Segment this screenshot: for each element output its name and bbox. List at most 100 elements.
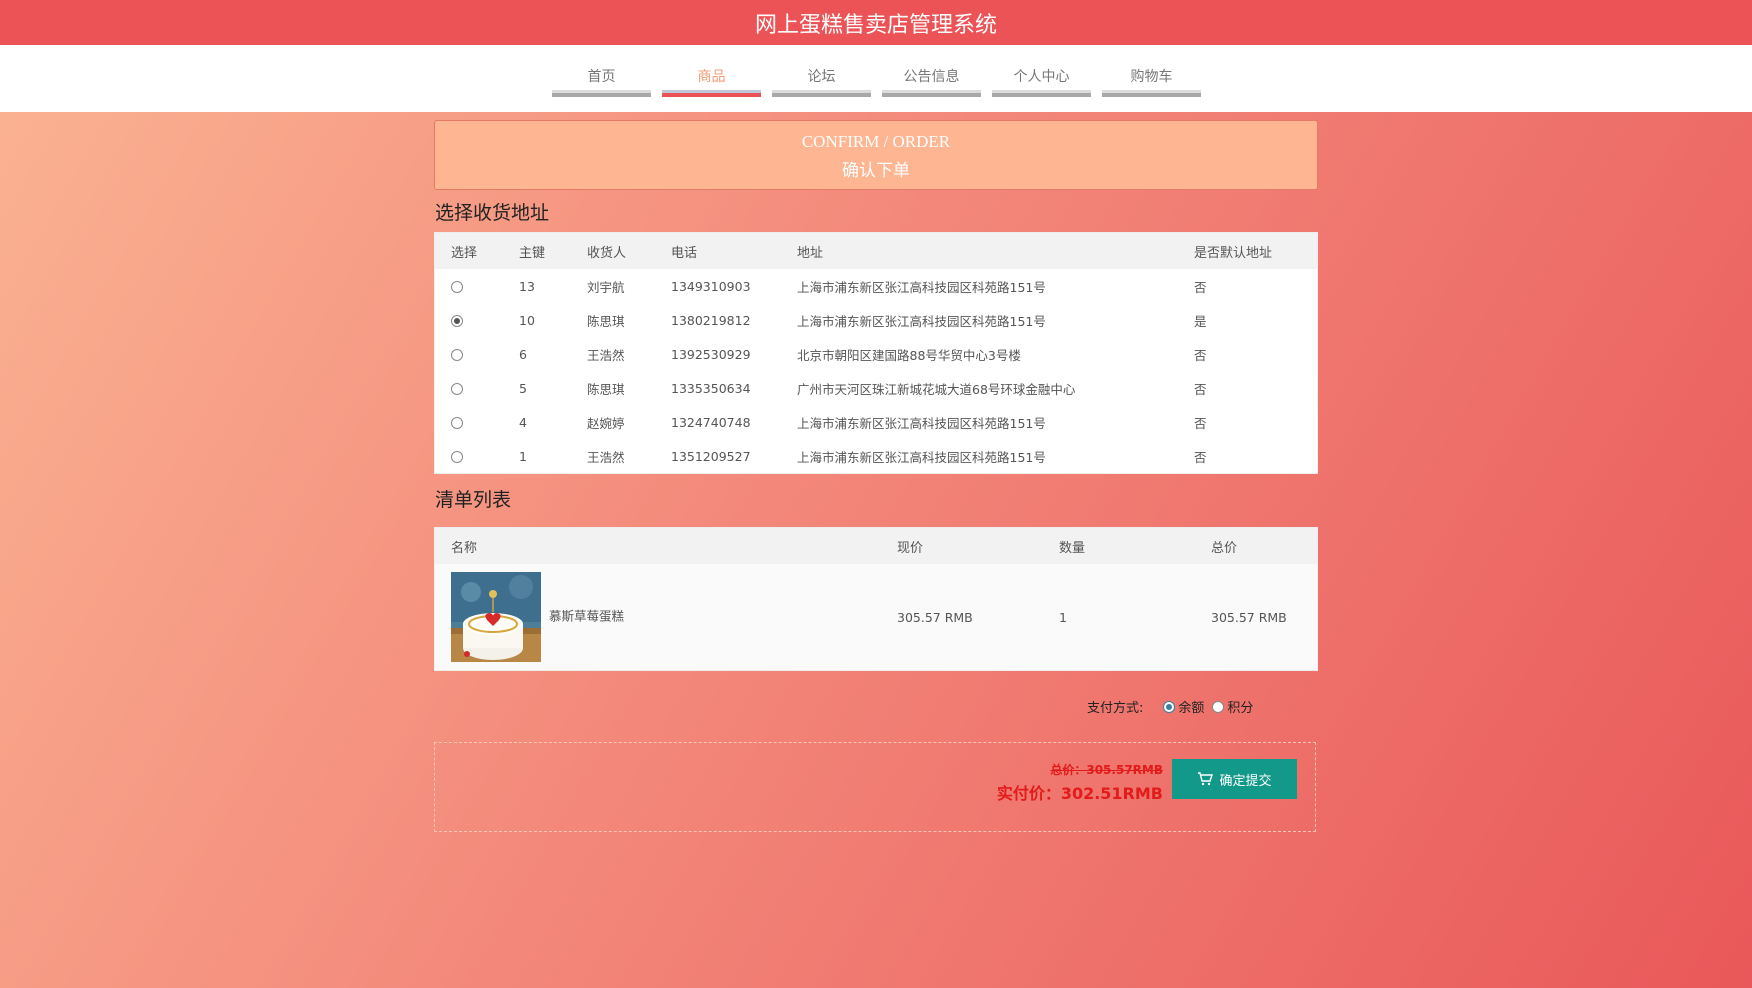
nav-item-forum[interactable]: 论坛 xyxy=(772,65,871,97)
payment-method: 支付方式: 余额 积分 xyxy=(1087,697,1253,716)
default-flag: 否 xyxy=(1194,279,1207,295)
nav-label: 个人中心 xyxy=(1013,69,1070,85)
address-table-card: 选择 主键 收货人 电话 地址 是否默认地址 13 刘宇航 1349310903 上海… xyxy=(434,232,1318,474)
nav-item-notices[interactable]: 公告信息 xyxy=(882,65,981,97)
address-radio[interactable] xyxy=(451,349,463,361)
item-total: 305.57 RMB xyxy=(1195,564,1317,670)
item-name-cell: 慕斯草莓蛋糕 xyxy=(435,564,881,670)
table-row[interactable]: 13 刘宇航 1349310903 上海市浦东新区张江高科技园区科苑路151号 否 xyxy=(435,269,1317,303)
item-name[interactable]: 慕斯草莓蛋糕 xyxy=(549,609,624,624)
nav-label: 首页 xyxy=(587,69,616,85)
address-radio[interactable] xyxy=(451,451,463,463)
default-flag: 是 xyxy=(1194,313,1207,329)
banner-title-en: CONFIRM / ORDER xyxy=(801,132,951,151)
receiver-name: 王浩然 xyxy=(587,449,625,465)
receiver-name: 陈思琪 xyxy=(587,313,625,329)
select-cell[interactable] xyxy=(435,337,503,371)
table-row[interactable]: 10 陈思琪 1380219812 上海市浦东新区张江高科技园区科苑路151号 是 xyxy=(435,303,1317,337)
payment-label: 支付方式: xyxy=(1087,701,1144,716)
select-cell[interactable] xyxy=(435,303,503,337)
submit-order-button[interactable]: 确定提交 xyxy=(1172,759,1297,799)
radio-balance[interactable] xyxy=(1163,700,1176,713)
item-price: 305.57 RMB xyxy=(881,564,1043,670)
cart-icon xyxy=(1198,772,1214,786)
select-cell[interactable] xyxy=(435,269,503,303)
receiver-phone: 1349310903 xyxy=(671,278,751,294)
address-id: 4 xyxy=(519,414,527,430)
address-radio[interactable] xyxy=(451,315,463,327)
receiver-phone: 1351209527 xyxy=(671,448,751,464)
address-id: 10 xyxy=(519,312,535,328)
table-row: 慕斯草莓蛋糕 305.57 RMB 1 305.57 RMB xyxy=(435,564,1317,670)
col-qty: 数量 xyxy=(1043,528,1195,564)
items-section-title: 清单列表 xyxy=(435,489,512,511)
receiver-phone: 1335350634 xyxy=(671,380,751,396)
payment-option-points[interactable]: 积分 xyxy=(1212,697,1253,716)
nav-item-products[interactable]: 商品 xyxy=(662,65,761,97)
nav-item-profile[interactable]: 个人中心 xyxy=(992,65,1091,97)
submit-label: 确定提交 xyxy=(1219,773,1272,789)
radio-points[interactable] xyxy=(1212,700,1225,713)
receiver-address: 广州市天河区珠江新城花城大道68号环球金融中心 xyxy=(797,381,1076,397)
default-flag: 否 xyxy=(1194,347,1207,363)
nav-underline xyxy=(1102,90,1201,97)
table-row[interactable]: 5 陈思琪 1335350634 广州市天河区珠江新城花城大道68号环球金融中心 否 xyxy=(435,371,1317,405)
order-summary: 总价：305.57RMB 实付价：302.51RMB 确定提交 xyxy=(434,742,1316,832)
table-row[interactable]: 4 赵婉婷 1324740748 上海市浦东新区张江高科技园区科苑路151号 否 xyxy=(435,405,1317,439)
col-receiver: 收货人 xyxy=(571,233,655,269)
payment-option-label: 余额 xyxy=(1178,701,1205,716)
address-id: 6 xyxy=(519,346,527,362)
address-radio[interactable] xyxy=(451,281,463,293)
col-id: 主键 xyxy=(503,233,571,269)
nav-item-cart[interactable]: 购物车 xyxy=(1102,65,1201,97)
banner-title-cn: 确认下单 xyxy=(842,161,910,181)
receiver-name: 刘宇航 xyxy=(587,279,625,295)
nav-item-home[interactable]: 首页 xyxy=(552,65,651,97)
col-phone: 电话 xyxy=(655,233,781,269)
receiver-address: 上海市浦东新区张江高科技园区科苑路151号 xyxy=(797,313,1046,329)
item-qty: 1 xyxy=(1043,564,1195,670)
nav-underline xyxy=(662,90,761,97)
select-cell[interactable] xyxy=(435,439,503,473)
actual-total: 实付价：302.51RMB xyxy=(996,784,1163,803)
select-cell[interactable] xyxy=(435,405,503,439)
receiver-address: 上海市浦东新区张江高科技园区科苑路151号 xyxy=(797,415,1046,431)
nav-underline xyxy=(992,90,1091,97)
address-radio[interactable] xyxy=(451,383,463,395)
default-flag: 否 xyxy=(1194,449,1207,465)
address-table-header: 选择 主键 收货人 电话 地址 是否默认地址 xyxy=(435,233,1317,269)
nav-label: 商品 xyxy=(697,69,726,85)
address-id: 13 xyxy=(519,278,535,294)
items-table-header: 名称 现价 数量 总价 xyxy=(435,528,1317,564)
nav-label: 论坛 xyxy=(807,69,836,85)
col-select: 选择 xyxy=(435,233,503,269)
payment-option-balance[interactable]: 余额 xyxy=(1163,697,1204,716)
top-header: 网上蛋糕售卖店管理系统 xyxy=(0,0,1752,45)
nav-label: 公告信息 xyxy=(903,69,960,85)
default-flag: 否 xyxy=(1194,415,1207,431)
nav-underline xyxy=(552,90,651,97)
col-name: 名称 xyxy=(435,528,881,564)
nav-label: 购物车 xyxy=(1130,69,1173,85)
address-id: 1 xyxy=(519,448,527,464)
address-id: 5 xyxy=(519,380,527,396)
receiver-address: 上海市浦东新区张江高科技园区科苑路151号 xyxy=(797,279,1046,295)
default-flag: 否 xyxy=(1194,381,1207,397)
address-table: 选择 主键 收货人 电话 地址 是否默认地址 13 刘宇航 1349310903 上海… xyxy=(435,233,1317,473)
select-cell[interactable] xyxy=(435,371,503,405)
receiver-phone: 1392530929 xyxy=(671,346,751,362)
receiver-name: 王浩然 xyxy=(587,347,625,363)
original-total: 总价：305.57RMB xyxy=(1050,763,1163,777)
address-radio[interactable] xyxy=(451,417,463,429)
table-row[interactable]: 1 王浩然 1351209527 上海市浦东新区张江高科技园区科苑路151号 否 xyxy=(435,439,1317,473)
receiver-name: 赵婉婷 xyxy=(587,415,625,431)
cake-thumbnail xyxy=(451,572,541,662)
receiver-address: 上海市浦东新区张江高科技园区科苑路151号 xyxy=(797,449,1046,465)
items-table-card: 名称 现价 数量 总价 慕斯草莓蛋糕 305.57 RMB 1 305.57 R… xyxy=(434,527,1318,671)
table-row[interactable]: 6 王浩然 1392530929 北京市朝阳区建国路88号华贸中心3号楼 否 xyxy=(435,337,1317,371)
col-address: 地址 xyxy=(781,233,1178,269)
receiver-phone: 1380219812 xyxy=(671,312,751,328)
confirm-order-banner: CONFIRM / ORDER 确认下单 xyxy=(434,120,1318,190)
price-block: 总价：305.57RMB 实付价：302.51RMB xyxy=(997,761,1163,804)
app-title: 网上蛋糕售卖店管理系统 xyxy=(754,12,997,38)
